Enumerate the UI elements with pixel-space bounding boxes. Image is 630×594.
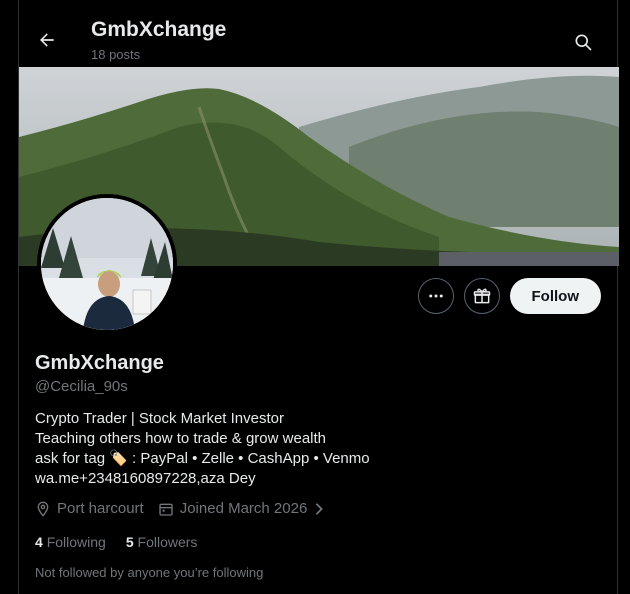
back-arrow-icon	[40, 33, 54, 47]
profile-bio: Crypto Trader | Stock Market Investor Te…	[35, 409, 370, 489]
bio-line: Teaching others how to trade & grow weal…	[35, 430, 326, 447]
profile-name: GmbXchange	[35, 352, 164, 374]
following-count: 4	[35, 534, 43, 550]
profile-column: GmbXchange 18 posts Follow GmbXchange @C…	[18, 0, 619, 594]
calendar-icon	[159, 503, 173, 516]
chevron-right-icon	[316, 502, 324, 515]
gift-icon	[473, 288, 490, 304]
bio-line: ask for tag 🏷️ : PayPal • Zelle • CashAp…	[35, 450, 370, 467]
follow-button[interactable]: Follow	[509, 278, 601, 314]
avatar[interactable]	[37, 194, 177, 334]
gift-button[interactable]	[463, 278, 500, 314]
more-button[interactable]	[417, 278, 454, 314]
posts-count: 18 posts	[91, 47, 141, 62]
following-label: Following	[46, 534, 106, 550]
profile-actions: Follow	[417, 278, 601, 314]
more-icon	[428, 294, 443, 298]
location-pin-icon	[37, 501, 49, 517]
follow-stats: 4 Following 5 Followers	[35, 534, 197, 550]
joined-date[interactable]: Joined March 2026	[158, 500, 326, 517]
location-text: Port harcourt	[57, 500, 144, 517]
followers-link[interactable]: 5 Followers	[126, 534, 198, 550]
bio-line: Crypto Trader | Stock Market Investor	[35, 410, 284, 427]
back-button[interactable]	[31, 24, 63, 56]
followers-count: 5	[125, 534, 134, 550]
search-icon	[575, 34, 592, 51]
header-title: GmbXchange	[91, 18, 227, 41]
social-context: Not followed by anyone you’re following	[35, 565, 264, 580]
profile-handle: @Cecilia_90s	[35, 378, 128, 395]
top-bar: GmbXchange 18 posts	[19, 0, 617, 67]
following-link[interactable]: 4 Following	[35, 534, 106, 550]
profile-meta: Port harcourt Joined March 2026	[35, 500, 325, 517]
location: Port harcourt	[35, 500, 144, 517]
search-button[interactable]	[567, 26, 599, 58]
joined-text: Joined March 2026	[179, 500, 308, 517]
bio-line: wa.me+2348160897228,aza Dey	[35, 470, 256, 487]
followers-label: Followers	[137, 534, 198, 550]
